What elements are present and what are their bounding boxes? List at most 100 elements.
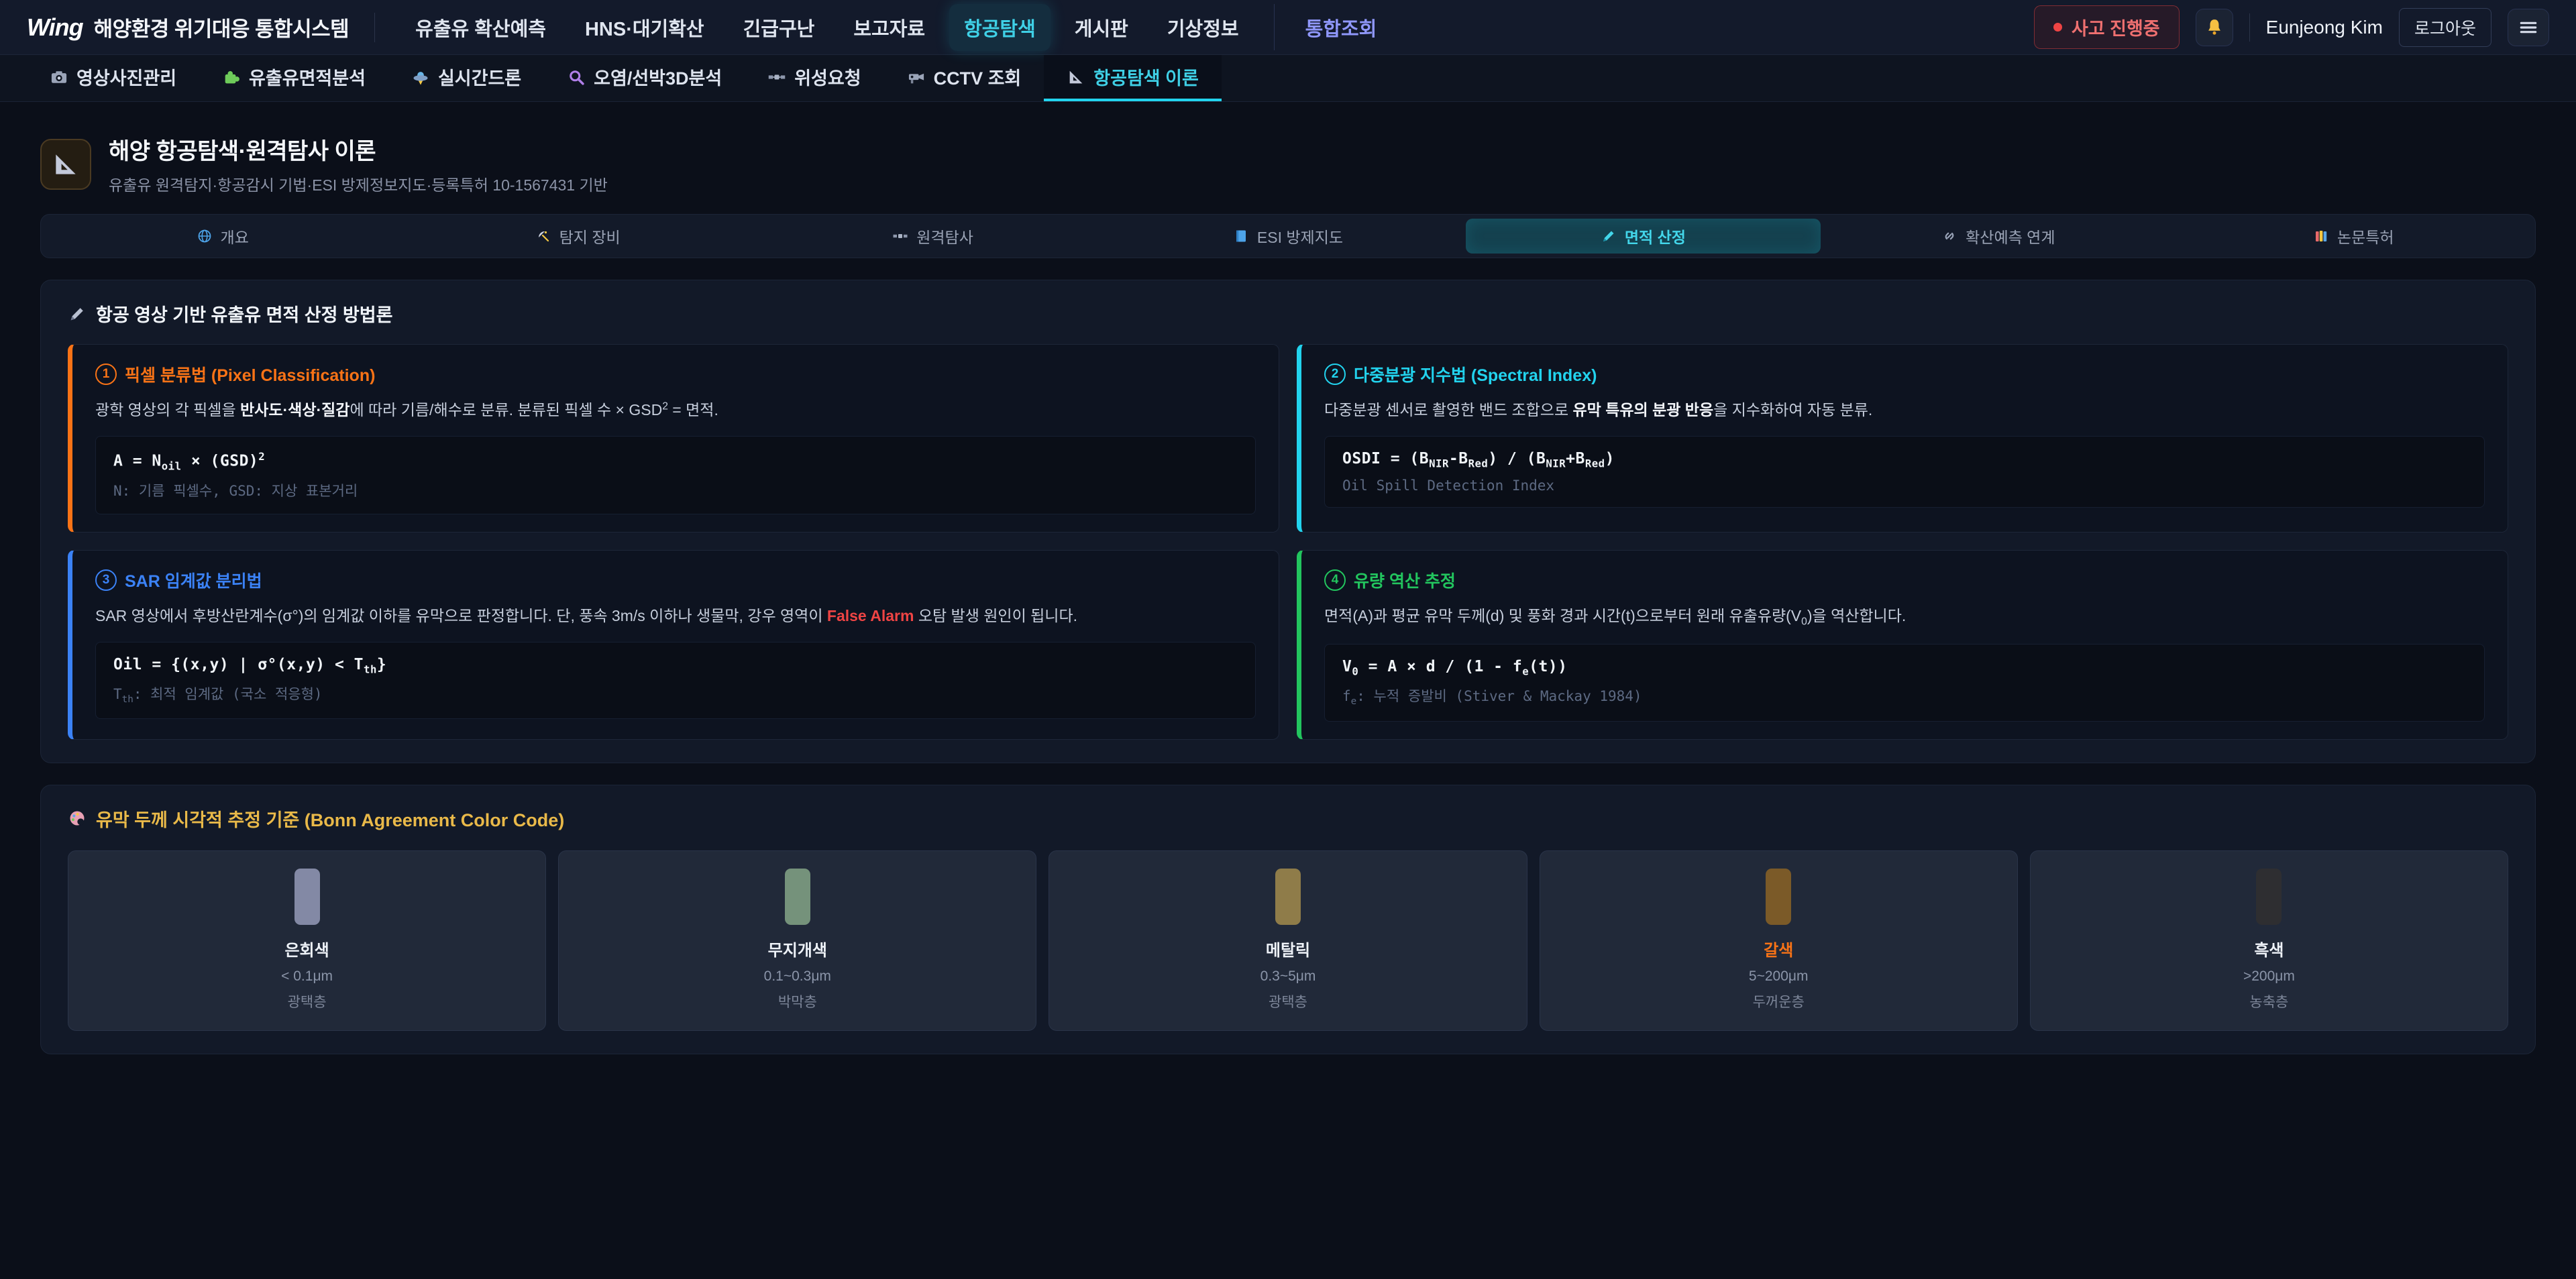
formula-caption: N: 기름 픽셀수, GSD: 지상 표본거리 <box>113 480 1238 500</box>
bell-icon <box>2204 17 2224 38</box>
app-logo[interactable]: Wing 해양환경 위기대응 통합시스템 <box>27 12 349 42</box>
bonn-item-rainbow: 무지개색 0.1~0.3μm 박막층 <box>558 850 1036 1031</box>
page-content: 해양 항공탐색·원격탐사 이론 유출유 원격탐지·항공감시 기법·ESI 방제정… <box>0 133 2576 1054</box>
color-swatch <box>785 869 810 925</box>
tab-label: 개요 <box>221 225 249 247</box>
tab-area-calculation[interactable]: 면적 산정 <box>1466 219 1821 254</box>
formula-block: Oil = {(x,y) | σ°(x,y) < Tth} Tth: 최적 임계… <box>95 642 1256 720</box>
bonn-layer-type: 광택층 <box>1063 991 1513 1011</box>
tab-diffusion-link[interactable]: 확산예측 연계 <box>1821 219 2176 254</box>
logout-button[interactable]: 로그아웃 <box>2399 8 2491 47</box>
incident-badge-label: 사고 진행중 <box>2072 14 2160 40</box>
hamburger-menu-button[interactable] <box>2508 9 2549 46</box>
color-swatch <box>2256 869 2282 925</box>
subnav-tab-label: 위성요청 <box>794 64 861 90</box>
formula-caption: Tth: 최적 임계값 (국소 적응형) <box>113 683 1238 705</box>
bonn-heading-label: 유막 두께 시각적 추정 기준 (Bonn Agreement Color Co… <box>96 805 564 832</box>
subnav-tab-satellite-request[interactable]: 위성요청 <box>745 55 883 101</box>
cctv-icon <box>907 68 926 87</box>
app-title: 해양환경 위기대응 통합시스템 <box>94 12 350 42</box>
area-methods-panel: 항공 영상 기반 유출유 면적 산정 방법론 1 픽셀 분류법 (Pixel C… <box>40 280 2536 763</box>
subnav-tab-realtime-drone[interactable]: 실시간드론 <box>388 55 544 101</box>
pencil-icon <box>68 304 87 323</box>
logo-divider <box>374 13 375 42</box>
method-number-badge: 3 <box>95 569 117 591</box>
tab-label: ESI 방제지도 <box>1257 225 1343 247</box>
bonn-name: 흑색 <box>2044 937 2494 960</box>
subnav-tab-pollution-ship-3d[interactable]: 오염/선박3D분석 <box>544 55 745 101</box>
subnav-tab-label: 오염/선박3D분석 <box>594 64 722 90</box>
bonn-thickness-range: < 0.1μm <box>82 968 532 985</box>
method-card-title: 1 픽셀 분류법 (Pixel Classification) <box>95 362 1256 386</box>
methods-heading: 항공 영상 기반 유출유 면적 산정 방법론 <box>68 300 2508 327</box>
satellite-icon <box>767 68 786 87</box>
tab-esi-map[interactable]: ESI 방제지도 <box>1110 219 1465 254</box>
notification-button[interactable] <box>2196 9 2233 46</box>
set-square-icon <box>1067 68 1085 87</box>
method-number-badge: 4 <box>1324 569 1346 591</box>
color-swatch <box>1766 869 1791 925</box>
bonn-thickness-range: 0.3~5μm <box>1063 968 1513 985</box>
menu-weather-info[interactable]: 기상정보 <box>1152 4 1254 51</box>
satellite-icon <box>892 228 908 244</box>
menu-icon <box>2518 17 2539 38</box>
book-icon <box>1233 228 1249 244</box>
menu-aerial-search[interactable]: 항공탐색 <box>949 4 1051 51</box>
color-swatch <box>1275 869 1301 925</box>
tab-detection-equipment[interactable]: 탐지 장비 <box>400 219 755 254</box>
bonn-name: 메탈릭 <box>1063 937 1513 960</box>
menu-board[interactable]: 게시판 <box>1060 4 1143 51</box>
tab-remote-sensing[interactable]: 원격탐사 <box>755 219 1110 254</box>
incident-status-badge[interactable]: 사고 진행중 <box>2034 5 2180 49</box>
formula-text: V0 = A × d / (1 - fe(t)) <box>1342 658 2467 678</box>
tab-papers-patents[interactable]: 논문특허 <box>2176 219 2531 254</box>
tab-overview[interactable]: 개요 <box>45 219 400 254</box>
formula-caption: fe: 누적 증발비 (Stiver & Mackay 1984) <box>1342 685 2467 707</box>
subnav-tab-label: 항공탐색 이론 <box>1093 64 1199 90</box>
method-card-title: 4 유량 역산 추정 <box>1324 568 2485 592</box>
bonn-name: 갈색 <box>1554 937 2004 960</box>
subnav-tab-aerial-theory[interactable]: 항공탐색 이론 <box>1044 55 1222 101</box>
bonn-item-brown: 갈색 5~200μm 두꺼운층 <box>1540 850 2018 1031</box>
method-card-body: 다중분광 센서로 촬영한 밴드 조합으로 유막 특유의 분광 반응을 지수화하여… <box>1324 398 2485 423</box>
page-subtitle: 유출유 원격탐지·항공감시 기법·ESI 방제정보지도·등록특허 10-1567… <box>109 172 608 195</box>
method-card-spectral-index: 2 다중분광 지수법 (Spectral Index) 다중분광 센서로 촬영한… <box>1297 344 2508 533</box>
menu-hns-air-diffusion[interactable]: HNS·대기확산 <box>570 4 719 51</box>
set-square-icon <box>51 150 80 179</box>
method-card-title: 2 다중분광 지수법 (Spectral Index) <box>1324 362 2485 386</box>
subnav-tab-label: 유출유면적분석 <box>249 64 366 90</box>
bonn-layer-type: 두꺼운층 <box>1554 991 2004 1011</box>
formula-block: A = Noil × (GSD)2 N: 기름 픽셀수, GSD: 지상 표본거… <box>95 436 1256 514</box>
subnav-tab-video-photo[interactable]: 영상사진관리 <box>27 55 199 101</box>
tab-label: 논문특허 <box>2337 225 2394 247</box>
bonn-layer-type: 광택층 <box>82 991 532 1011</box>
logo-mark: Wing <box>27 13 83 42</box>
method-card-volume-inversion: 4 유량 역산 추정 면적(A)과 평균 유막 두께(d) 및 풍화 경과 시간… <box>1297 550 2508 740</box>
menu-integrated-search[interactable]: 통합조회 <box>1291 4 1392 51</box>
page-header-iconbox <box>40 139 91 190</box>
papers-icon <box>2313 228 2329 244</box>
method-card-pixel-classification: 1 픽셀 분류법 (Pixel Classification) 광학 영상의 각… <box>68 344 1279 533</box>
bonn-item-silver-gray: 은회색 < 0.1μm 광택층 <box>68 850 546 1031</box>
formula-block: V0 = A × d / (1 - fe(t)) fe: 누적 증발비 (Sti… <box>1324 644 2485 722</box>
sub-navigation: 영상사진관리 유출유면적분석 실시간드론 오염/선박 <box>0 55 2576 102</box>
incident-dot-icon <box>2053 23 2062 32</box>
formula-caption: Oil Spill Detection Index <box>1342 478 2467 494</box>
menu-report-data[interactable]: 보고자료 <box>839 4 940 51</box>
antenna-icon <box>535 228 551 244</box>
menu-oil-spill-forecast[interactable]: 유출유 확산예측 <box>400 4 561 51</box>
subnav-tab-oil-area-analysis[interactable]: 유출유면적분석 <box>199 55 388 101</box>
menu-emergency-rescue[interactable]: 긴급구난 <box>729 4 830 51</box>
bonn-color-code-panel: 유막 두께 시각적 추정 기준 (Bonn Agreement Color Co… <box>40 785 2536 1054</box>
bonn-layer-type: 농축층 <box>2044 991 2494 1011</box>
topbar-right: 사고 진행중 Eunjeong Kim 로그아웃 <box>2034 5 2549 49</box>
globe-icon <box>197 228 213 244</box>
bonn-name: 무지개색 <box>572 937 1022 960</box>
subnav-tab-label: 실시간드론 <box>438 64 521 90</box>
bonn-heading: 유막 두께 시각적 추정 기준 (Bonn Agreement Color Co… <box>68 805 2508 832</box>
user-name: Eunjeong Kim <box>2266 17 2383 38</box>
top-bar: Wing 해양환경 위기대응 통합시스템 유출유 확산예측 HNS·대기확산 긴… <box>0 0 2576 55</box>
subnav-tab-cctv[interactable]: CCTV 조회 <box>884 55 1044 101</box>
method-card-sar-threshold: 3 SAR 임계값 분리법 SAR 영상에서 후방산란계수(σ°)의 임계값 이… <box>68 550 1279 740</box>
subnav-tab-label: CCTV 조회 <box>934 64 1022 90</box>
